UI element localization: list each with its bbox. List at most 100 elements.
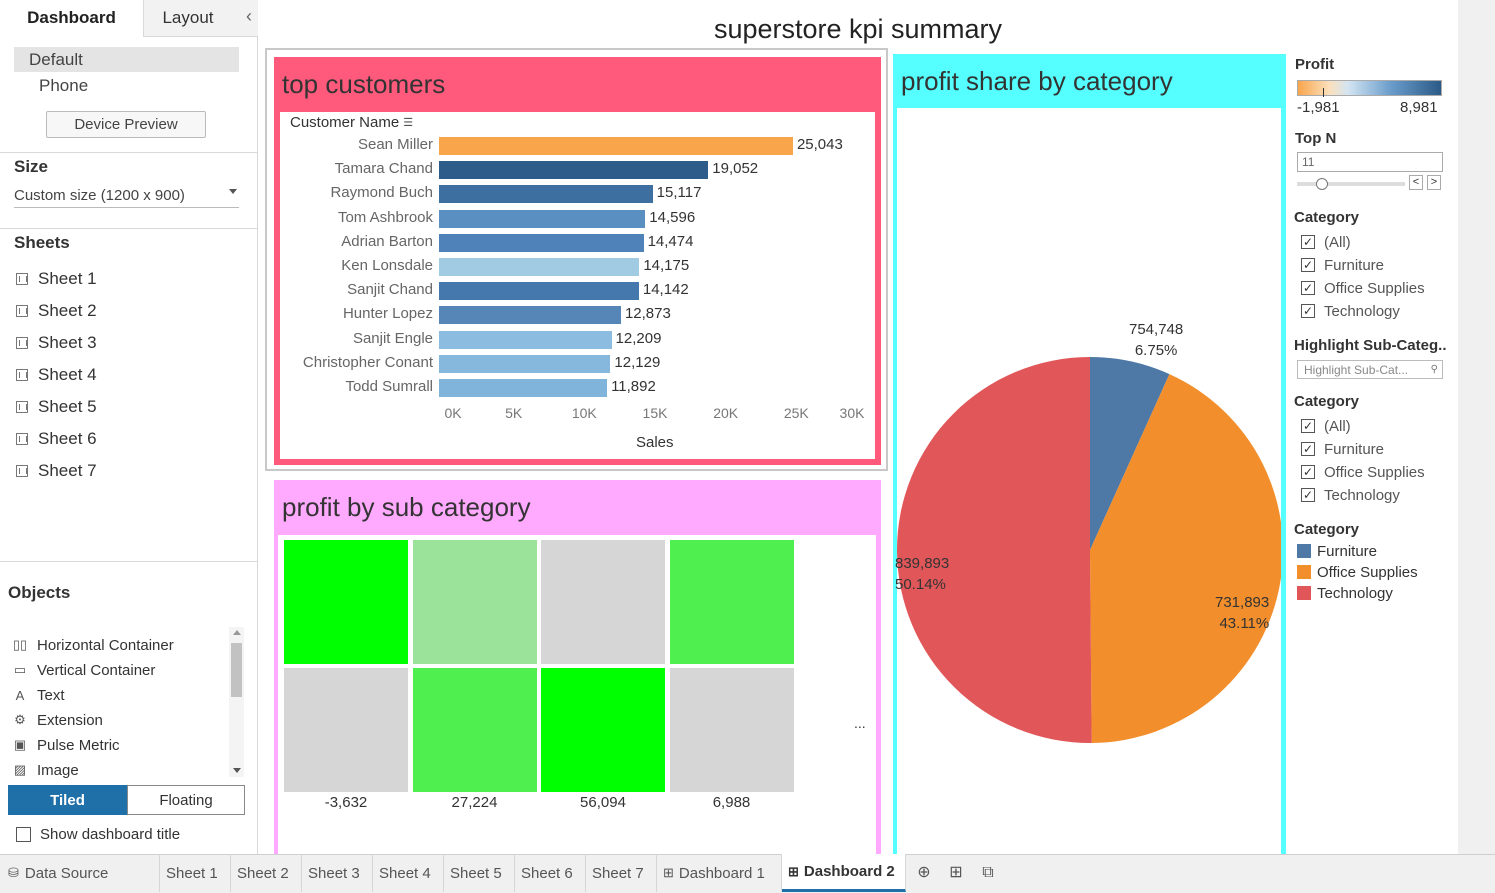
object-item[interactable]: ▭ Vertical Container xyxy=(12,659,156,681)
tab-data-source[interactable]: ⛁ Data Source xyxy=(0,854,160,892)
profit-max: 8,981 xyxy=(1400,99,1438,116)
category-filter-option[interactable]: ✓ Furniture xyxy=(1301,254,1384,276)
chevron-right-icon[interactable]: > xyxy=(1427,175,1441,190)
checkbox-checked-icon[interactable]: ✓ xyxy=(1301,258,1315,272)
bar[interactable] xyxy=(439,209,646,228)
category-filter2-option[interactable]: ✓ Furniture xyxy=(1301,438,1384,460)
sheet-item[interactable]: Sheet 3 xyxy=(16,331,97,355)
tab-label: Sheet 1 xyxy=(166,864,218,882)
top-customers-panel[interactable]: top customers Customer Name ☰ Sales Sean… xyxy=(274,57,881,465)
category-filter2-option[interactable]: ✓ Technology xyxy=(1301,484,1400,506)
new-worksheet-icon[interactable]: ⊕ xyxy=(911,860,937,886)
heatmap-cell[interactable] xyxy=(412,668,537,792)
bar-label: Tamara Chand xyxy=(334,160,433,178)
object-item[interactable]: ▣ Pulse Metric xyxy=(12,734,120,756)
bar[interactable] xyxy=(439,137,793,155)
category-filter-option[interactable]: ✓ Technology xyxy=(1301,300,1400,322)
bar[interactable] xyxy=(439,354,611,373)
heatmap-cell[interactable] xyxy=(669,540,794,664)
new-story-icon[interactable]: ⧉ xyxy=(975,860,1001,886)
bar[interactable] xyxy=(439,161,709,180)
bar[interactable] xyxy=(439,379,608,397)
tab-sheet[interactable]: Sheet 5 xyxy=(444,854,515,892)
checkbox-checked-icon[interactable]: ✓ xyxy=(1301,442,1315,456)
legend-item[interactable]: Office Supplies xyxy=(1297,562,1418,582)
checkbox-checked-icon[interactable]: ✓ xyxy=(1301,235,1315,249)
bar[interactable] xyxy=(439,306,621,325)
pie-slice-technology[interactable] xyxy=(897,357,1092,744)
device-preview-button[interactable]: Device Preview xyxy=(46,111,206,138)
more-ellipsis[interactable]: ... xyxy=(854,715,866,731)
bar-value-label: 19,052 xyxy=(712,160,759,178)
legend-item[interactable]: Furniture xyxy=(1297,541,1377,561)
sheet-item[interactable]: Sheet 2 xyxy=(16,299,97,323)
category-filter-option[interactable]: ✓ Office Supplies xyxy=(1301,277,1425,299)
checkbox-checked-icon[interactable]: ✓ xyxy=(1301,465,1315,479)
customer-name-header[interactable]: Customer Name ☰ xyxy=(290,114,413,131)
scroll-down-icon[interactable] xyxy=(233,768,241,773)
heatmap-cell[interactable] xyxy=(669,668,794,792)
category-filter2-option[interactable]: ✓ Office Supplies xyxy=(1301,461,1425,483)
bar[interactable] xyxy=(439,258,640,276)
sheet-item[interactable]: Sheet 1 xyxy=(16,267,97,291)
tab-layout[interactable]: Layout ‹ xyxy=(143,0,258,37)
new-dashboard-icon[interactable]: ⊞ xyxy=(943,860,969,886)
object-item[interactable]: ▨ Image xyxy=(12,759,79,781)
heatmap-cell[interactable] xyxy=(541,540,665,664)
tab-dashboard[interactable]: ⊞ Dashboard 2 xyxy=(782,854,906,892)
sheet-item[interactable]: Sheet 5 xyxy=(16,395,97,419)
checkbox-checked-icon[interactable]: ✓ xyxy=(1301,488,1315,502)
device-default[interactable]: Default xyxy=(14,47,239,72)
floating-button[interactable]: Floating xyxy=(127,785,245,815)
category-filter-title: Category xyxy=(1294,209,1360,226)
collapse-icon[interactable]: ‹ xyxy=(246,6,252,27)
category-filter2-option-label: Technology xyxy=(1324,486,1400,504)
category-filter-option[interactable]: ✓ (All) xyxy=(1301,231,1351,253)
bar[interactable] xyxy=(439,282,639,301)
tab-sheet[interactable]: Sheet 7 xyxy=(586,854,657,892)
sort-icon[interactable]: ☰ xyxy=(403,117,413,128)
sheet-item[interactable]: Sheet 4 xyxy=(16,363,97,387)
tiled-button[interactable]: Tiled xyxy=(8,785,127,815)
divider xyxy=(0,561,257,562)
tab-dashboard[interactable]: ⊞ Dashboard 1 xyxy=(657,854,782,892)
checkbox-checked-icon[interactable]: ✓ xyxy=(1301,419,1315,433)
show-title-checkbox[interactable]: Show dashboard title xyxy=(16,826,180,843)
tab-sheet[interactable]: Sheet 2 xyxy=(231,854,302,892)
tab-dashboard[interactable]: Dashboard xyxy=(0,0,143,38)
heatmap-cell[interactable] xyxy=(541,668,665,792)
bar[interactable] xyxy=(439,330,612,349)
legend-item[interactable]: Technology xyxy=(1297,583,1393,603)
heatmap-cell[interactable] xyxy=(284,668,408,792)
objects-scrollbar[interactable] xyxy=(229,627,244,777)
sheet-item[interactable]: Sheet 6 xyxy=(16,427,97,451)
object-item[interactable]: A Text xyxy=(12,684,65,706)
device-phone[interactable]: Phone xyxy=(39,76,88,96)
sheet-item[interactable]: Sheet 7 xyxy=(16,459,97,483)
tab-sheet[interactable]: Sheet 6 xyxy=(515,854,586,892)
heatmap-cell[interactable] xyxy=(412,540,537,664)
tab-sheet[interactable]: Sheet 4 xyxy=(373,854,444,892)
bar[interactable] xyxy=(439,233,644,252)
tab-sheet[interactable]: Sheet 3 xyxy=(302,854,373,892)
checkbox-checked-icon[interactable]: ✓ xyxy=(1301,304,1315,318)
object-item[interactable]: ⚙ Extension xyxy=(12,709,103,731)
slider-handle[interactable] xyxy=(1316,178,1328,190)
bar[interactable] xyxy=(439,185,653,204)
topn-slider[interactable] xyxy=(1297,178,1405,190)
tab-label: Dashboard 1 xyxy=(678,864,765,882)
size-dropdown[interactable]: Custom size (1200 x 900) xyxy=(14,183,239,208)
scrollbar-thumb[interactable] xyxy=(231,643,242,697)
highlight-search[interactable]: Highlight Sub-Cat... ⚲ xyxy=(1297,360,1443,379)
scroll-up-icon[interactable] xyxy=(233,630,241,635)
heatmap-cell[interactable] xyxy=(284,540,408,664)
tab-sheet[interactable]: Sheet 1 xyxy=(160,854,231,892)
profit-share-panel[interactable]: profit share by category 754,748 6.75% 731… xyxy=(893,54,1286,854)
object-item[interactable]: ▯▯ Horizontal Container xyxy=(12,634,174,656)
profit-by-sub-panel[interactable]: profit by sub category ... 41,93718,3296… xyxy=(274,480,881,854)
chevron-left-icon[interactable]: < xyxy=(1409,175,1423,190)
category-filter2-option[interactable]: ✓ (All) xyxy=(1301,415,1351,437)
checkbox-icon[interactable] xyxy=(16,827,31,842)
topn-input[interactable]: 11 xyxy=(1297,152,1443,172)
checkbox-checked-icon[interactable]: ✓ xyxy=(1301,281,1315,295)
